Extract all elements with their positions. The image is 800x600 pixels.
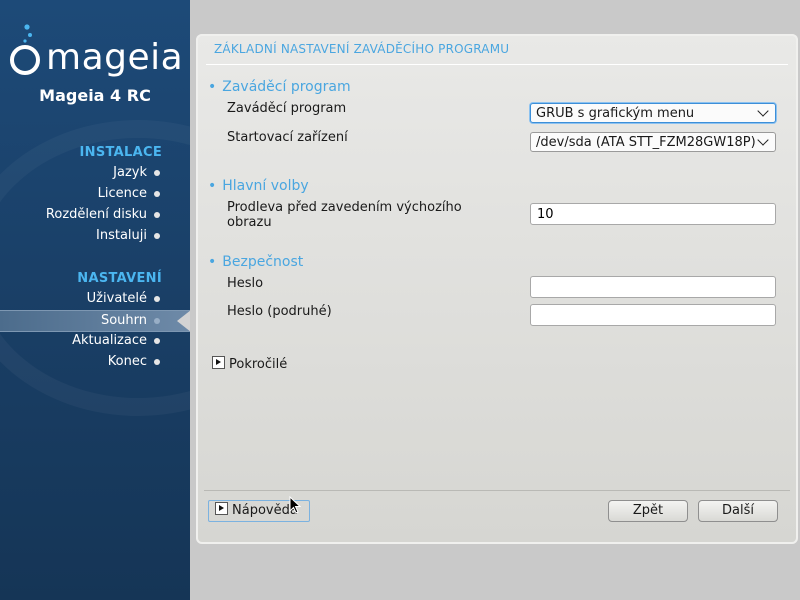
step-dot-icon xyxy=(154,296,160,302)
step-dot-icon xyxy=(154,212,160,218)
expand-arrow-icon xyxy=(215,502,228,515)
boot-delay-label: Prodleva před zavedením výchozího obrazu xyxy=(227,200,462,230)
chevron-down-icon xyxy=(757,134,769,146)
sidebar-item-label: Licence xyxy=(97,186,147,201)
group-title-security: • Bezpečnost xyxy=(208,254,303,270)
back-button[interactable]: Zpět xyxy=(608,500,688,522)
boot-device-select-value: /dev/sda (ATA STT_FZM28GW18P) xyxy=(536,135,756,150)
password-confirm-label: Heslo (podruhé) xyxy=(227,304,332,319)
help-label: Nápověda xyxy=(232,503,298,518)
bootloader-panel: ZÁKLADNÍ NASTAVENÍ ZAVÁDĚCÍHO PROGRAMU •… xyxy=(196,34,798,544)
bullet-icon: • xyxy=(208,254,217,270)
active-step-pointer-icon xyxy=(177,310,190,332)
mageia-wordmark: mageia xyxy=(46,37,184,78)
bootloader-select[interactable]: GRUB s grafickým menu xyxy=(530,103,776,123)
page-title: ZÁKLADNÍ NASTAVENÍ ZAVÁDĚCÍHO PROGRAMU xyxy=(214,42,510,56)
bottom-divider xyxy=(204,490,790,491)
step-dot-icon xyxy=(154,338,160,344)
title-divider xyxy=(206,64,788,65)
sidebar-item-label: Jazyk xyxy=(113,165,147,180)
bootloader-label: Zaváděcí program xyxy=(227,101,347,116)
sidebar-item-license[interactable]: Licence xyxy=(0,184,190,204)
advanced-expander[interactable]: Pokročilé xyxy=(212,356,287,372)
step-dot-icon xyxy=(154,191,160,197)
group-title-text: Zaváděcí program xyxy=(222,79,351,95)
mageia-logo: mageia xyxy=(8,22,184,82)
bootloader-select-value: GRUB s grafickým menu xyxy=(536,106,695,121)
sidebar-item-users[interactable]: Uživatelé xyxy=(0,289,190,309)
sidebar-item-partitioning[interactable]: Rozdělení disku xyxy=(0,205,190,225)
password-confirm-input[interactable] xyxy=(530,304,776,326)
sidebar-item-installing[interactable]: Instaluji xyxy=(0,226,190,246)
section-title-installation: INSTALACE xyxy=(79,145,162,160)
step-dot-icon xyxy=(154,233,160,239)
expand-arrow-icon xyxy=(212,356,225,369)
group-title-text: Bezpečnost xyxy=(222,254,304,270)
group-title-text: Hlavní volby xyxy=(222,178,309,194)
boot-delay-input[interactable] xyxy=(530,203,776,225)
boot-device-select[interactable]: /dev/sda (ATA STT_FZM28GW18P) xyxy=(530,132,776,152)
sidebar-item-updates[interactable]: Aktualizace xyxy=(0,331,190,351)
sidebar-item-label: Konec xyxy=(107,354,147,369)
step-dot-icon xyxy=(154,318,160,324)
next-button[interactable]: Další xyxy=(698,500,778,522)
mageia-cauldron-icon xyxy=(10,24,40,75)
bullet-icon: • xyxy=(208,178,217,194)
sidebar-item-label: Souhrn xyxy=(100,313,147,328)
sidebar-item-language[interactable]: Jazyk xyxy=(0,163,190,183)
sidebar: mageia Mageia 4 RC INSTALACE Jazyk Licen… xyxy=(0,0,190,600)
sidebar-item-label: Aktualizace xyxy=(72,333,147,348)
group-title-bootloader: • Zaváděcí program xyxy=(208,79,351,95)
password-input[interactable] xyxy=(530,276,776,298)
section-title-configuration: NASTAVENÍ xyxy=(77,271,162,286)
group-title-main-options: • Hlavní volby xyxy=(208,178,309,194)
step-dot-icon xyxy=(154,170,160,176)
product-name: Mageia 4 RC xyxy=(39,86,151,105)
sidebar-item-label: Instaluji xyxy=(96,228,147,243)
chevron-down-icon xyxy=(757,105,769,117)
mouse-cursor-icon xyxy=(289,496,302,514)
boot-device-label: Startovací zařízení xyxy=(227,130,348,145)
sidebar-item-summary[interactable]: Souhrn xyxy=(0,310,190,332)
sidebar-item-label: Rozdělení disku xyxy=(45,207,147,222)
password-label: Heslo xyxy=(227,276,264,291)
advanced-label: Pokročilé xyxy=(229,357,288,372)
step-dot-icon xyxy=(154,359,160,365)
sidebar-item-finish[interactable]: Konec xyxy=(0,352,190,372)
bullet-icon: • xyxy=(208,79,217,95)
sidebar-item-label: Uživatelé xyxy=(86,291,147,306)
